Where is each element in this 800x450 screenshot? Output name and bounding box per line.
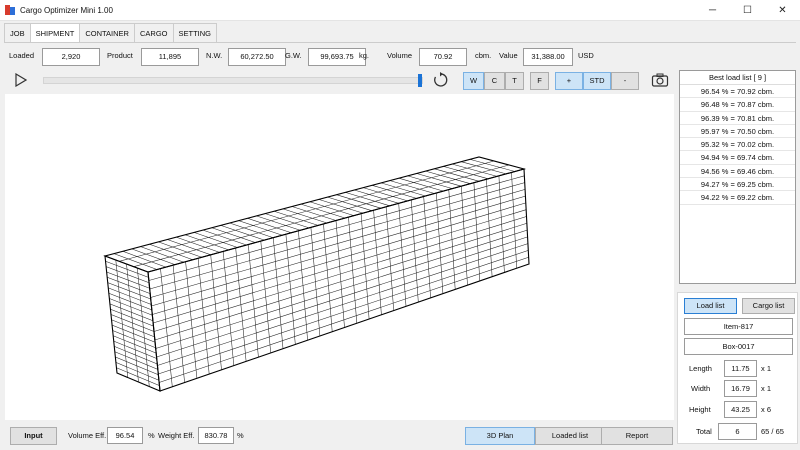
weight-eff-label: Weight Eff. [158,431,195,440]
value-label: Value [499,51,518,60]
loaded-field: 2,920 [42,48,100,66]
tab-shipment[interactable]: SHIPMENT [29,23,81,43]
volume-label: Volume [387,51,413,60]
loaded-label: Loaded [9,51,35,60]
slider-thumb[interactable] [418,74,422,87]
weight-eff-field: 830.78 [198,427,234,444]
container-3d-drawing [103,156,530,392]
app-logo-icon [5,5,15,15]
zoom-out-button[interactable]: - [611,72,639,90]
best-load-list-header: Best load list [ 9 ] [680,71,795,85]
box-edge [154,223,527,341]
input-button[interactable]: Input [10,427,57,445]
box-edge [153,216,527,332]
tab-setting[interactable]: SETTING [172,23,218,42]
box-edge [148,175,525,281]
bottom-bar: Input Volume Eff. 96.54 % Weight Eff. 83… [0,424,676,448]
shipment-summary: Loaded 2,920 Product 11,895 N.W. 60,272.… [5,46,795,68]
tab-container[interactable]: CONTAINER [79,23,135,42]
product-field: 11,895 [141,48,199,66]
zoom-std-button[interactable]: STD [583,72,611,90]
maximize-button[interactable]: ☐ [730,0,765,21]
nw-label: N.W. [206,51,223,60]
tab-cargo[interactable]: CARGO [133,23,174,42]
report-button[interactable]: Report [601,427,673,445]
volume-eff-field: 96.54 [107,427,143,444]
length-label: Length [689,364,712,373]
kg-unit: kg. [359,51,370,60]
height-label: Height [689,405,711,414]
best-load-row[interactable]: 95.97 % = 70.50 cbm. [680,125,795,139]
main-tabs: JOB SHIPMENT CONTAINER CARGO SETTING [4,23,218,43]
cbm-unit: cbm. [475,51,492,60]
width-label: Width [691,384,711,393]
tab-divider [4,42,796,43]
reset-icon[interactable] [432,72,448,88]
best-load-row[interactable]: 94.27 % = 69.25 cbm. [680,178,795,192]
volume-eff-label: Volume Eff. [68,431,107,440]
zoom-in-button[interactable]: + [555,72,583,90]
play-icon[interactable] [15,73,27,87]
best-load-row[interactable]: 94.94 % = 69.74 cbm. [680,151,795,165]
product-label: Product [107,51,133,60]
3d-plan-button[interactable]: 3D Plan [465,427,535,445]
load-list-button[interactable]: Load list [684,298,737,314]
best-load-row[interactable]: 95.32 % = 70.02 cbm. [680,138,795,152]
value-field: 31,388.00 [523,48,573,66]
container-top-outline [103,156,527,273]
height-field: 43.25 [724,401,757,418]
volume-field: 70.92 [419,48,467,66]
window-title: Cargo Optimizer Mini 1.00 [20,5,113,15]
box-edge [119,160,495,262]
best-load-list: Best load list [ 9 ] 96.54 % = 70.92 cbm… [679,70,796,284]
item-detail-panel: Load list Cargo list Item-817 Box-0017 L… [677,292,798,444]
container-side-outline [147,168,530,392]
view-f-button[interactable]: F [530,72,549,90]
title-bar: Cargo Optimizer Mini 1.00 ─ ☐ ✕ [0,0,800,21]
box-edge [153,209,527,324]
view-c-button[interactable]: C [484,72,505,90]
container-3d-view[interactable] [5,94,674,420]
camera-icon[interactable] [651,71,669,89]
box-edge [151,195,526,307]
cargo-list-button[interactable]: Cargo list [742,298,795,314]
best-load-row[interactable]: 94.56 % = 69.46 cbm. [680,165,795,179]
width-multiplier: x 1 [761,384,772,393]
total-field: 6 [718,423,757,440]
best-load-row[interactable]: 96.54 % = 70.92 cbm. [680,85,795,99]
best-load-row[interactable]: 94.22 % = 69.22 cbm. [680,191,795,205]
total-count: 65 / 65 [761,427,784,436]
nw-field: 60,272.50 [228,48,286,66]
minimize-button[interactable]: ─ [695,0,730,21]
length-field: 11.75 [724,360,757,377]
length-multiplier: x 1 [761,364,772,373]
box-edge [149,182,525,290]
best-load-row[interactable]: 96.48 % = 70.87 cbm. [680,98,795,112]
loaded-list-button[interactable]: Loaded list [535,427,605,445]
load-progress-slider[interactable] [43,77,423,84]
usd-unit: USD [578,51,594,60]
weight-eff-percent: % [237,431,244,440]
close-button[interactable]: ✕ [765,0,800,21]
view-t-button[interactable]: T [505,72,524,90]
gw-field: 99,693.75 [308,48,366,66]
tab-job[interactable]: JOB [4,23,31,42]
view-w-button[interactable]: W [463,72,484,90]
gw-label: G.W. [285,51,302,60]
item-name-field: Item-817 [684,318,793,335]
playback-toolbar: W C T F + STD - [5,70,675,92]
box-edge [155,229,528,349]
width-field: 16.79 [724,380,757,397]
total-label: Total [696,427,712,436]
height-multiplier: x 6 [761,405,772,414]
volume-eff-percent: % [148,431,155,440]
box-name-field: Box-0017 [684,338,793,355]
box-edge [159,256,529,383]
box-edge [158,250,529,375]
best-load-row[interactable]: 96.39 % = 70.81 cbm. [680,112,795,125]
